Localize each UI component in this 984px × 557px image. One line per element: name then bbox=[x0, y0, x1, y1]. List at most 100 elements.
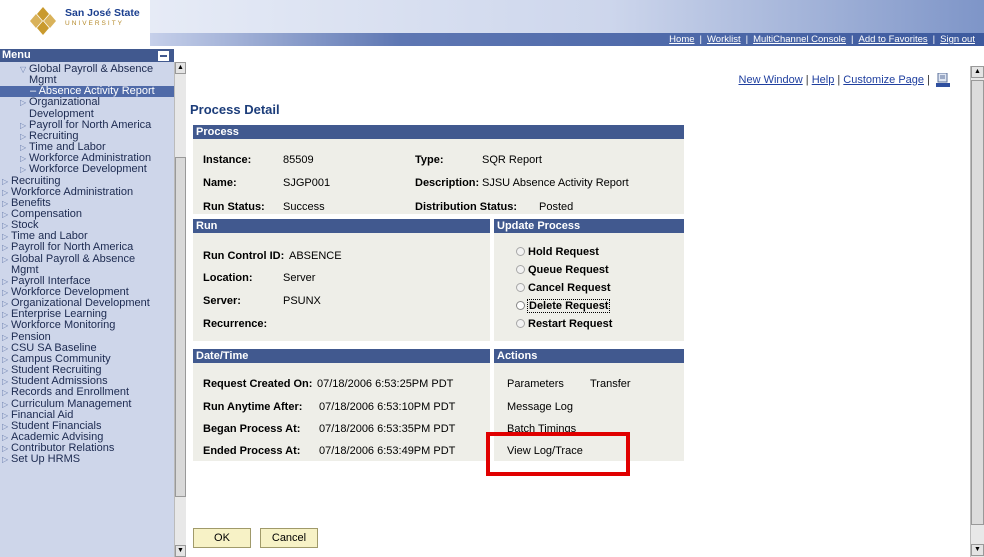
name-label: Name: bbox=[203, 177, 237, 189]
nav-worklist-link[interactable]: Worklist bbox=[702, 34, 746, 45]
scroll-thumb[interactable] bbox=[175, 157, 186, 497]
hold-request-radio[interactable] bbox=[516, 247, 525, 256]
run-status-value: Success bbox=[283, 201, 325, 213]
scroll-down-icon[interactable]: ▼ bbox=[175, 545, 186, 557]
triangle-right-icon: ▷ bbox=[2, 321, 9, 331]
menu-header: Menu bbox=[0, 49, 174, 62]
triangle-right-icon: ▷ bbox=[2, 432, 9, 442]
http-icon[interactable] bbox=[936, 73, 950, 87]
nav-multichannel-console-link[interactable]: MultiChannel Console bbox=[748, 34, 851, 45]
began-process-label: Began Process At: bbox=[203, 423, 301, 435]
triangle-right-icon: ▷ bbox=[20, 143, 27, 153]
instance-label: Instance: bbox=[203, 154, 252, 166]
sidebar-scrollbar[interactable]: ▲ ▼ bbox=[174, 62, 186, 557]
nav-sign-out-link[interactable]: Sign out bbox=[935, 34, 980, 45]
sjsu-logo-icon bbox=[30, 7, 56, 35]
content-scrollbar[interactable]: ▲ ▼ bbox=[970, 66, 984, 557]
queue-request-label[interactable]: Queue Request bbox=[528, 264, 609, 276]
distribution-status-label: Distribution Status: bbox=[415, 201, 518, 213]
triangle-right-icon: ▷ bbox=[20, 120, 27, 130]
sidebar-item[interactable]: ▷ Set Up HRMS bbox=[0, 454, 174, 465]
collapse-menu-icon[interactable] bbox=[158, 51, 169, 61]
cancel-button[interactable]: Cancel bbox=[260, 528, 318, 548]
instance-value: 85509 bbox=[283, 154, 314, 166]
scroll-down-icon[interactable]: ▼ bbox=[971, 544, 984, 556]
triangle-right-icon: ▷ bbox=[2, 399, 9, 409]
ended-process-label: Ended Process At: bbox=[203, 445, 301, 457]
request-created-label: Request Created On: bbox=[203, 378, 313, 390]
logo-subtitle: UNIVERSITY bbox=[65, 20, 125, 27]
scroll-up-icon[interactable]: ▲ bbox=[175, 62, 186, 74]
recurrence-label: Recurrence: bbox=[203, 318, 268, 330]
university-logo[interactable]: San José State UNIVERSITY bbox=[27, 4, 140, 40]
highlight-box bbox=[486, 432, 630, 476]
description-label: Description: bbox=[415, 177, 480, 189]
help-link[interactable]: Help bbox=[812, 74, 835, 86]
triangle-right-icon: ▷ bbox=[2, 176, 9, 186]
page-title: Process Detail bbox=[190, 102, 280, 117]
triangle-right-icon: ▷ bbox=[2, 421, 9, 431]
top-nav-bar: Home | Worklist | MultiChannel Console | Add t… bbox=[150, 33, 984, 46]
datetime-section-header: Date/Time bbox=[193, 349, 490, 363]
sidebar-item[interactable]: ▽ Global Payroll & Absence bbox=[0, 64, 174, 75]
sidebar: Menu ▽ Global Payroll & Absence Mgmt – Abse… bbox=[0, 49, 186, 557]
nav-home-link[interactable]: Home bbox=[664, 34, 699, 45]
datetime-section: Request Created On: 07/18/2006 6:53:25PM… bbox=[193, 363, 490, 461]
top-nav-links: Home | Worklist | MultiChannel Console | Add t… bbox=[664, 33, 980, 46]
triangle-right-icon: ▷ bbox=[2, 444, 9, 454]
triangle-down-icon: ▽ bbox=[20, 65, 27, 74]
sidebar-item[interactable]: ▷ Payroll for North America bbox=[0, 119, 174, 131]
triangle-right-icon: ▷ bbox=[2, 187, 9, 197]
triangle-right-icon: ▷ bbox=[20, 98, 27, 108]
triangle-right-icon: ▷ bbox=[2, 388, 9, 398]
customize-page-link[interactable]: Customize Page bbox=[843, 74, 924, 86]
delete-request-label[interactable]: Delete Request bbox=[527, 299, 611, 313]
header: San José State UNIVERSITY Home | Worklist |… bbox=[0, 0, 984, 46]
triangle-right-icon: ▷ bbox=[2, 310, 9, 320]
type-value: SQR Report bbox=[482, 154, 542, 166]
run-control-id-label: Run Control ID: bbox=[203, 250, 285, 262]
server-value: PSUNX bbox=[283, 295, 321, 307]
scroll-thumb[interactable] bbox=[971, 80, 984, 525]
triangle-right-icon: ▷ bbox=[20, 131, 27, 141]
nav-add-to-favorites-link[interactable]: Add to Favorites bbox=[853, 34, 932, 45]
run-section: Run Control ID: ABSENCE Location: Server… bbox=[193, 233, 490, 341]
link-separator: | bbox=[927, 73, 930, 86]
request-created-value: 07/18/2006 6:53:25PM PDT bbox=[317, 378, 454, 390]
triangle-right-icon: ▷ bbox=[2, 377, 9, 387]
run-status-label: Run Status: bbox=[203, 201, 265, 213]
sidebar-item-label: Set Up HRMS bbox=[11, 453, 81, 466]
run-anytime-value: 07/18/2006 6:53:10PM PDT bbox=[319, 401, 456, 413]
restart-request-radio[interactable] bbox=[516, 319, 525, 328]
location-label: Location: bbox=[203, 272, 253, 284]
queue-request-radio[interactable] bbox=[516, 265, 525, 274]
triangle-right-icon: ▷ bbox=[2, 221, 9, 231]
ok-button[interactable]: OK bbox=[193, 528, 251, 548]
transfer-text: Transfer bbox=[590, 378, 631, 390]
triangle-right-icon: ▷ bbox=[2, 343, 9, 353]
delete-request-radio[interactable] bbox=[516, 301, 525, 310]
run-control-id-value: ABSENCE bbox=[289, 250, 342, 262]
page-links: New Window | Help | Customize Page | bbox=[739, 73, 950, 87]
ended-process-value: 07/18/2006 6:53:49PM PDT bbox=[319, 445, 456, 457]
actions-section-header: Actions bbox=[494, 349, 684, 363]
triangle-right-icon: ▷ bbox=[2, 299, 9, 309]
began-process-value: 07/18/2006 6:53:35PM PDT bbox=[319, 423, 456, 435]
new-window-link[interactable]: New Window bbox=[739, 74, 803, 86]
scroll-up-icon[interactable]: ▲ bbox=[971, 66, 984, 78]
server-label: Server: bbox=[203, 295, 241, 307]
type-label: Type: bbox=[415, 154, 444, 166]
cancel-request-radio[interactable] bbox=[516, 283, 525, 292]
link-separator: | bbox=[805, 73, 809, 86]
parameters-link[interactable]: Parameters bbox=[507, 378, 564, 390]
run-section-header: Run bbox=[193, 219, 490, 233]
triangle-right-icon: ▷ bbox=[20, 154, 27, 164]
menu-list: ▽ Global Payroll & Absence Mgmt – Absence A… bbox=[0, 62, 174, 557]
cancel-request-label[interactable]: Cancel Request bbox=[528, 282, 611, 294]
restart-request-label[interactable]: Restart Request bbox=[528, 318, 612, 330]
header-banner bbox=[150, 0, 984, 33]
hold-request-label[interactable]: Hold Request bbox=[528, 246, 599, 258]
main-content: New Window | Help | Customize Page | Pro… bbox=[186, 49, 970, 557]
triangle-right-icon: ▷ bbox=[2, 455, 9, 465]
message-log-link[interactable]: Message Log bbox=[507, 401, 573, 413]
